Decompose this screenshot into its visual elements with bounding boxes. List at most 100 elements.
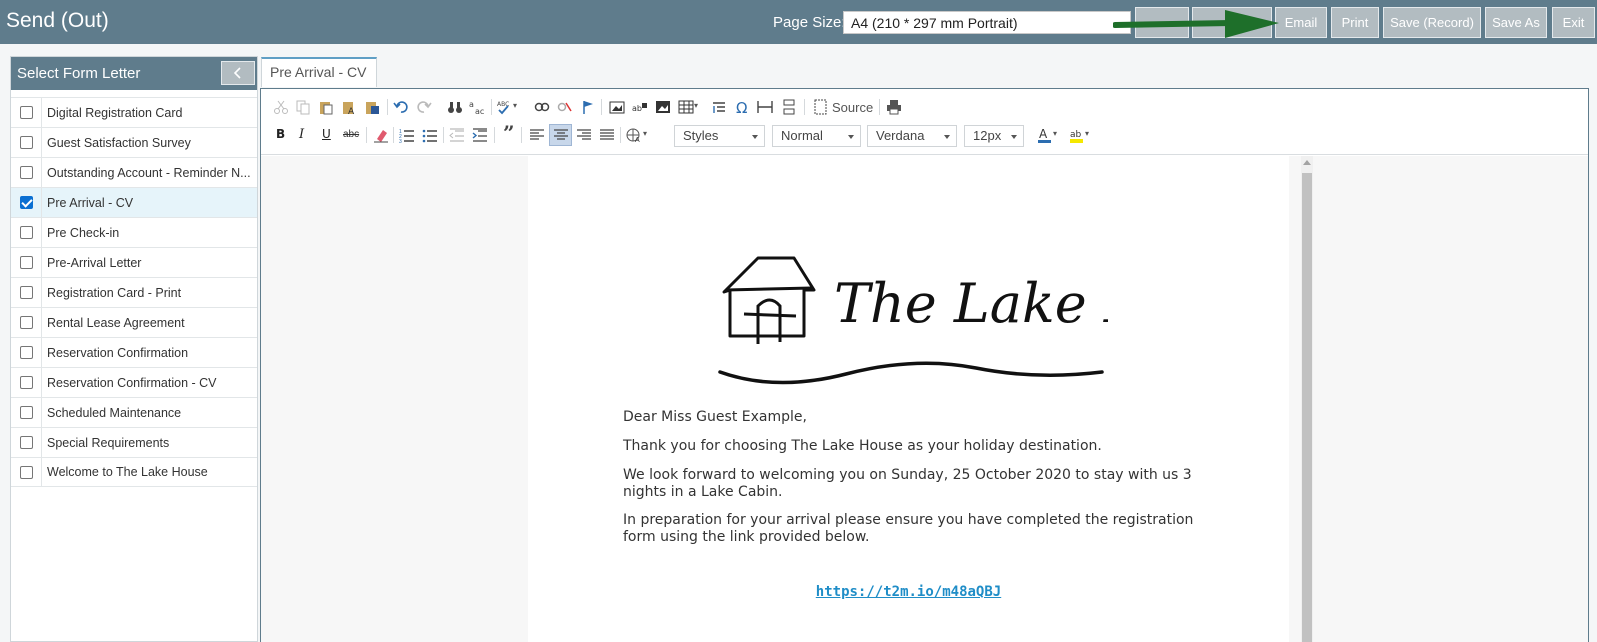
highlight-color-dropdown-icon[interactable]: ▾ <box>1085 129 1089 138</box>
scroll-up-icon[interactable] <box>1303 160 1311 165</box>
letter-checkbox[interactable] <box>19 465 33 479</box>
print-icon[interactable] <box>886 99 902 115</box>
paste-text-icon[interactable]: A <box>341 99 357 115</box>
letter-checkbox[interactable] <box>19 196 33 209</box>
link-icon[interactable] <box>534 99 550 115</box>
list-item[interactable]: Outstanding Account - Reminder N... <box>11 157 257 187</box>
scrollbar-thumb[interactable] <box>1302 173 1312 642</box>
source-button[interactable]: Source <box>832 100 873 115</box>
numbered-list-icon[interactable]: 123 <box>399 127 415 143</box>
line-height-icon[interactable] <box>711 99 727 115</box>
letter-checkbox[interactable] <box>19 346 33 359</box>
list-item[interactable]: Welcome to The Lake House <box>11 457 257 487</box>
save-record-button[interactable]: Save (Record) <box>1383 7 1481 38</box>
letter-checkbox[interactable] <box>19 106 33 119</box>
strikethrough-button[interactable]: abc <box>343 129 359 140</box>
align-center-button[interactable] <box>549 124 572 146</box>
checkbox-cell <box>11 248 42 277</box>
align-right-icon[interactable] <box>576 127 592 143</box>
find-icon[interactable] <box>447 99 463 115</box>
language-dropdown-icon[interactable]: ▾ <box>643 129 647 138</box>
text-color-icon[interactable]: A <box>1037 127 1053 143</box>
table-dropdown-icon[interactable]: ▾ <box>694 101 698 110</box>
page-break-icon[interactable] <box>781 99 797 115</box>
redo-icon[interactable] <box>416 99 432 115</box>
list-item[interactable]: Pre Arrival - CV <box>11 187 257 217</box>
font-dropdown[interactable]: Verdana <box>867 125 957 147</box>
insert-field-icon[interactable]: ab <box>632 99 648 115</box>
list-item[interactable]: Digital Registration Card <box>11 97 257 127</box>
italic-button[interactable]: I <box>299 127 304 142</box>
chevron-left-icon <box>233 67 241 79</box>
letter-checkbox[interactable] <box>19 316 33 329</box>
registration-link[interactable]: https://t2m.io/m48aQBJ <box>528 584 1289 600</box>
font-size-dropdown[interactable]: 12px <box>964 125 1024 147</box>
collapse-panel-button[interactable] <box>221 61 255 85</box>
horizontal-rule-icon[interactable] <box>757 99 773 115</box>
tab-pre-arrival-cv[interactable]: Pre Arrival - CV <box>261 57 377 87</box>
letter-checkbox[interactable] <box>19 226 33 239</box>
letter-checkbox[interactable] <box>19 166 33 179</box>
exit-button[interactable]: Exit <box>1552 7 1595 38</box>
list-item[interactable]: Guest Satisfaction Survey <box>11 127 257 157</box>
underline-button[interactable]: U <box>322 127 331 141</box>
image-gallery-icon[interactable] <box>655 99 671 115</box>
cut-icon[interactable] <box>273 99 289 115</box>
paste-word-icon[interactable] <box>364 99 380 115</box>
print-button[interactable]: Print <box>1331 7 1379 38</box>
table-icon[interactable] <box>678 99 694 115</box>
format-dropdown[interactable]: Normal <box>772 125 861 147</box>
align-left-icon[interactable] <box>529 127 545 143</box>
editor-scrollbar[interactable] <box>1301 156 1313 642</box>
letter-paragraph-1: Thank you for choosing The Lake House as… <box>623 438 1102 454</box>
letter-checkbox[interactable] <box>19 136 33 149</box>
remove-format-icon[interactable] <box>373 127 389 143</box>
svg-text:The Lake House.: The Lake House. <box>834 272 1108 335</box>
blockquote-icon[interactable]: ” <box>503 121 515 145</box>
list-item[interactable]: Reservation Confirmation <box>11 337 257 367</box>
unlink-icon[interactable] <box>557 99 573 115</box>
paste-icon[interactable] <box>318 99 334 115</box>
highlight-color-icon[interactable]: ab <box>1069 127 1085 143</box>
list-item[interactable]: Pre Check-in <box>11 217 257 247</box>
toolbar-separator <box>620 127 621 143</box>
letter-checkbox[interactable] <box>19 256 33 269</box>
list-item[interactable]: Registration Card - Print <box>11 277 257 307</box>
bulleted-list-icon[interactable] <box>422 127 438 143</box>
spellcheck-icon[interactable]: ABC <box>497 99 513 115</box>
letter-label: Registration Card - Print <box>47 285 182 300</box>
list-item[interactable]: Pre-Arrival Letter <box>11 247 257 277</box>
replace-icon[interactable]: aac <box>469 99 485 115</box>
letter-page[interactable]: The Lake House. Dear Miss Guest Example,… <box>528 156 1289 642</box>
letter-checkbox[interactable] <box>19 436 33 449</box>
list-item[interactable]: Reservation Confirmation - CV <box>11 367 257 397</box>
svg-text:A: A <box>1039 127 1048 141</box>
special-character-icon[interactable]: Ω <box>734 99 750 115</box>
text-color-dropdown-icon[interactable]: ▾ <box>1053 129 1057 138</box>
list-item[interactable]: Rental Lease Agreement <box>11 307 257 337</box>
spellcheck-dropdown-icon[interactable]: ▾ <box>513 101 517 110</box>
letter-checkbox[interactable] <box>19 376 33 389</box>
image-icon[interactable] <box>609 99 625 115</box>
letter-greeting: Dear Miss Guest Example, <box>623 409 807 425</box>
page-size-select[interactable]: A4 (210 * 297 mm Portrait) <box>843 11 1131 34</box>
styles-dropdown[interactable]: Styles <box>674 125 765 147</box>
align-justify-icon[interactable] <box>599 127 615 143</box>
save-as-button[interactable]: Save As <box>1485 7 1547 38</box>
anchor-flag-icon[interactable] <box>581 99 597 115</box>
undo-icon[interactable] <box>393 99 409 115</box>
language-icon[interactable]: A <box>626 127 642 143</box>
source-icon[interactable] <box>813 99 829 115</box>
copy-icon[interactable] <box>295 99 311 115</box>
letter-checkbox[interactable] <box>19 406 33 419</box>
list-item[interactable]: Special Requirements <box>11 427 257 457</box>
outdent-icon[interactable] <box>449 127 465 143</box>
list-item[interactable]: Scheduled Maintenance <box>11 397 257 427</box>
bold-button[interactable]: B <box>276 127 285 141</box>
svg-text:ac: ac <box>475 107 484 115</box>
letter-paragraph-3: In preparation for your arrival please e… <box>623 512 1194 545</box>
indent-icon[interactable] <box>472 127 488 143</box>
svg-text:Ω: Ω <box>736 99 747 115</box>
letter-checkbox[interactable] <box>19 286 33 299</box>
toolbar-separator <box>491 99 492 115</box>
